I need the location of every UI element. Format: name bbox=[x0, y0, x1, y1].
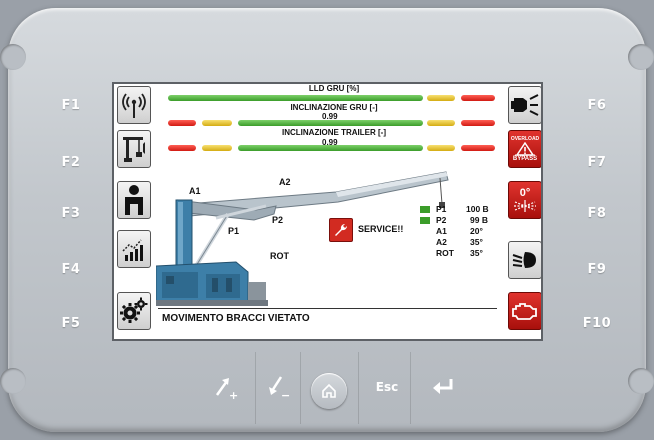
gauge-crane-incl-yellow-right bbox=[427, 120, 455, 126]
f6-key[interactable]: F6 bbox=[566, 88, 628, 122]
reading-value: 35° bbox=[470, 237, 483, 247]
gauge-crane-incl-red-left bbox=[168, 120, 196, 126]
label-p1: P1 bbox=[228, 226, 240, 236]
soft-button-operator[interactable] bbox=[117, 181, 151, 219]
home-button[interactable] bbox=[311, 373, 347, 409]
status-message: MOVIMENTO BRACCI VIETATO bbox=[162, 313, 310, 324]
decrease-key[interactable]: − bbox=[250, 360, 308, 414]
gauge-crane-incl-yellow-left bbox=[202, 120, 232, 126]
f3-key[interactable]: F3 bbox=[40, 196, 102, 230]
headlight-icon bbox=[512, 252, 536, 268]
soft-button-radio[interactable] bbox=[117, 86, 151, 124]
mount-hole-right bbox=[628, 44, 654, 70]
soft-button-crane-config[interactable] bbox=[117, 130, 151, 168]
antenna-icon bbox=[122, 93, 146, 118]
soft-button-engine[interactable] bbox=[508, 292, 541, 330]
gauge-lld-green bbox=[168, 95, 423, 101]
reading-row: ROT 35° bbox=[420, 248, 500, 259]
gauge-lld-red bbox=[461, 95, 495, 101]
f1-key[interactable]: F1 bbox=[40, 88, 102, 122]
status-bar: MOVIMENTO BRACCI VIETATO bbox=[158, 308, 497, 339]
f7-key[interactable]: F7 bbox=[566, 145, 628, 179]
label-a1: A1 bbox=[189, 186, 201, 196]
crane-config-icon bbox=[123, 137, 145, 162]
crane-illustration bbox=[156, 171, 449, 306]
reading-row: P2 99 B bbox=[420, 215, 500, 226]
bypass-label: BYPASS bbox=[512, 155, 538, 162]
minus-sign: − bbox=[281, 389, 290, 401]
mount-hole-left bbox=[0, 44, 26, 70]
service-warning: SERVICE!! bbox=[358, 224, 404, 234]
soft-button-ice-warning[interactable]: 0° bbox=[508, 181, 541, 219]
soft-button-work-light[interactable] bbox=[508, 86, 541, 124]
gauge-crane-incl-green bbox=[238, 120, 423, 126]
reading-label: A2 bbox=[436, 237, 447, 247]
plus-sign: + bbox=[229, 389, 238, 401]
enter-key[interactable] bbox=[414, 360, 472, 414]
f8-key[interactable]: F8 bbox=[566, 196, 628, 230]
increase-key[interactable]: + bbox=[196, 360, 254, 414]
soft-button-headlight[interactable] bbox=[508, 241, 541, 279]
reading-row: A2 35° bbox=[420, 237, 500, 248]
reading-value: 20° bbox=[470, 226, 483, 236]
gauge-lld-yellow bbox=[427, 95, 455, 101]
mount-hole-bottom-left bbox=[0, 368, 26, 394]
f10-key[interactable]: F10 bbox=[566, 306, 628, 340]
overload-bypass-icon bbox=[515, 141, 535, 156]
f5-key[interactable]: F5 bbox=[40, 306, 102, 340]
reading-indicator bbox=[420, 217, 430, 224]
gauge-trailer-incl-green bbox=[238, 145, 423, 151]
settings-gears-icon bbox=[120, 297, 148, 323]
gauge-trailer-incl-yellow-right bbox=[427, 145, 455, 151]
display-screen: OVERLOAD BYPASS 0° LLD GRU [%] INCLINAZI… bbox=[112, 82, 543, 341]
work-light-icon bbox=[511, 94, 539, 116]
label-rot: ROT bbox=[270, 251, 289, 261]
mount-hole-bottom-right bbox=[628, 368, 654, 394]
reading-indicator bbox=[420, 206, 430, 213]
reading-row: A1 20° bbox=[420, 226, 500, 237]
reading-value: 35° bbox=[470, 248, 483, 258]
escape-key[interactable]: Esc bbox=[358, 360, 416, 414]
reading-value: 100 B bbox=[466, 204, 489, 214]
ice-temperature-icon bbox=[514, 200, 536, 212]
gauge-trailer-incl-yellow-left bbox=[202, 145, 232, 151]
reading-label: P1 bbox=[436, 204, 447, 214]
home-icon bbox=[322, 383, 336, 398]
gauge-crane-incl-title: INCLINAZIONE GRU [-] bbox=[290, 103, 378, 112]
gauge-trailer-incl-red-left bbox=[168, 145, 196, 151]
gauge-lld-title: LLD GRU [%] bbox=[308, 84, 360, 93]
f2-key[interactable]: F2 bbox=[40, 145, 102, 179]
arrow-down-minus-icon: − bbox=[269, 376, 290, 401]
reading-label: A1 bbox=[436, 226, 447, 236]
gauge-trailer-incl-red-right bbox=[461, 145, 495, 151]
gauge-crane-incl-red-right bbox=[461, 120, 495, 126]
label-a2: A2 bbox=[279, 177, 291, 187]
soft-button-statistics[interactable] bbox=[117, 230, 151, 268]
soft-button-overload-bypass[interactable]: OVERLOAD BYPASS bbox=[508, 130, 541, 168]
esc-label: Esc bbox=[375, 380, 399, 394]
arrow-up-plus-icon: + bbox=[215, 378, 238, 401]
reading-row: P1 100 B bbox=[420, 204, 500, 215]
statistics-icon bbox=[122, 239, 143, 261]
f4-key[interactable]: F4 bbox=[40, 252, 102, 286]
reading-value: 99 B bbox=[470, 215, 488, 225]
gauge-trailer-incl-title: INCLINAZIONE TRAILER [-] bbox=[282, 128, 386, 137]
operator-icon bbox=[125, 185, 143, 215]
reading-label: P2 bbox=[436, 215, 447, 225]
service-wrench-badge bbox=[329, 218, 353, 242]
f9-key[interactable]: F9 bbox=[566, 252, 628, 286]
reading-label: ROT bbox=[436, 248, 454, 258]
temperature-label: 0° bbox=[519, 187, 531, 199]
label-p2: P2 bbox=[272, 215, 284, 225]
enter-arrow-icon bbox=[433, 379, 453, 394]
soft-button-settings[interactable] bbox=[117, 292, 151, 330]
wrench-icon bbox=[335, 223, 348, 236]
readings-panel: P1 100 B P2 99 B A1 20° A2 35° ROT 35° bbox=[420, 204, 500, 259]
engine-icon bbox=[512, 303, 537, 320]
